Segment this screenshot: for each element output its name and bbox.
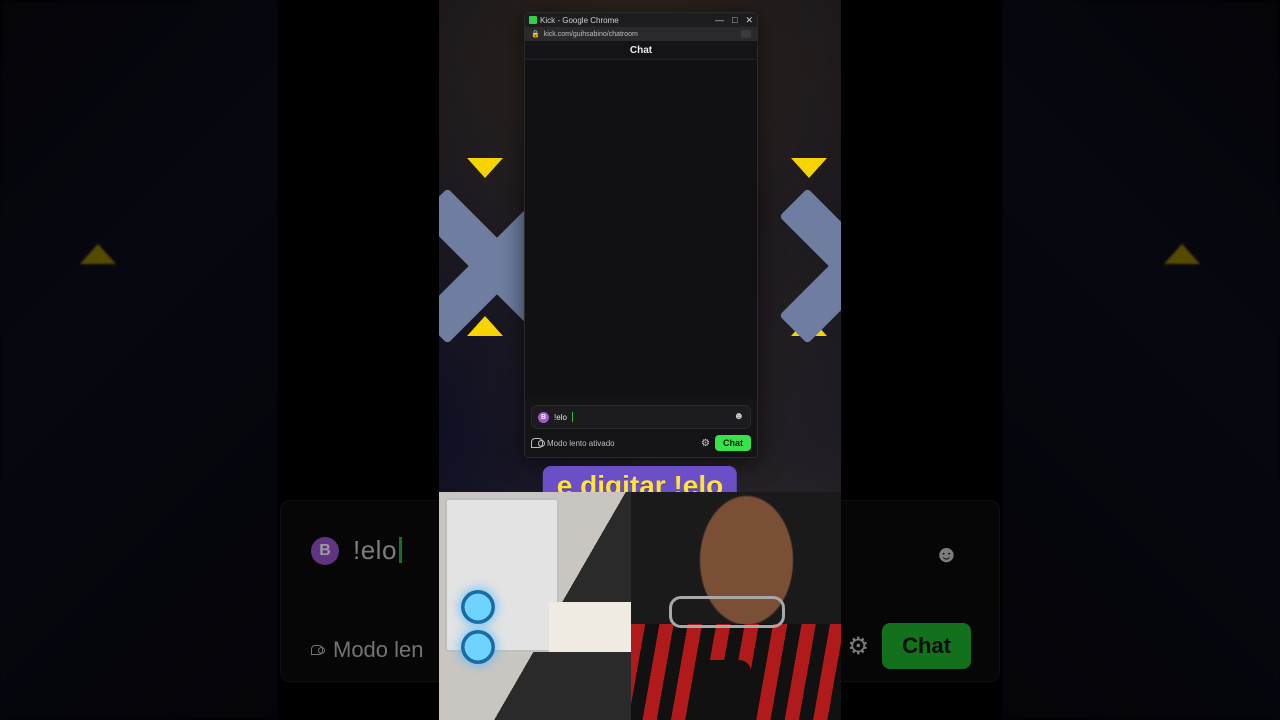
webcam-feed: [439, 492, 841, 720]
slow-mode-icon: [531, 438, 543, 448]
user-badge-icon: B: [538, 412, 549, 423]
chat-input-value: !elo: [554, 413, 567, 422]
emoji-icon: ☻: [934, 541, 959, 569]
chat-footer: Modo lento ativado ⚙ Chat: [525, 429, 757, 457]
blurred-background-left: [0, 0, 278, 720]
window-title: Kick - Google Chrome: [540, 16, 619, 25]
x-decoration-icon: [767, 186, 841, 346]
emoji-picker-button[interactable]: ☻: [733, 411, 744, 422]
slow-mode-icon: [311, 645, 323, 655]
kick-favicon-icon: [529, 16, 537, 24]
video-frame: B !elo ☻ Modo len ⚙ Chat Kick - Google C…: [0, 0, 1280, 720]
chrome-popup-window: Kick - Google Chrome — □ ✕ 🔒 kick.com/gu…: [524, 12, 758, 458]
slow-mode-label: Modo len: [333, 637, 424, 663]
chat-messages-area[interactable]: [525, 60, 757, 399]
triangle-up-icon: [80, 244, 116, 264]
triangle-down-icon: [791, 158, 827, 178]
chat-send-button[interactable]: Chat: [715, 435, 751, 451]
text-cursor: [399, 537, 402, 563]
text-cursor: [572, 412, 573, 422]
triangle-down-icon: [467, 158, 503, 178]
triangle-up-icon: [1164, 244, 1200, 264]
maximize-button[interactable]: □: [732, 15, 737, 26]
extension-icon[interactable]: [741, 30, 751, 38]
blurred-background-right: [1002, 0, 1280, 720]
gear-icon: ⚙: [847, 632, 869, 661]
chat-input[interactable]: B !elo ☻: [531, 405, 751, 429]
chat-send-button: Chat: [882, 623, 971, 669]
chat-header: Chat: [525, 41, 757, 60]
minimize-button[interactable]: —: [715, 15, 724, 26]
chat-input-value: !elo: [353, 535, 402, 566]
address-bar[interactable]: 🔒 kick.com/guihsabino/chatroom: [525, 27, 757, 41]
rgb-fan-icon: [461, 590, 495, 624]
microphone-icon: [697, 660, 751, 720]
chat-settings-button[interactable]: ⚙: [701, 438, 710, 449]
window-titlebar[interactable]: Kick - Google Chrome — □ ✕: [525, 13, 757, 27]
rgb-fan-icon: [461, 630, 495, 664]
slow-mode-label: Modo lento ativado: [547, 439, 615, 448]
pc-case: [445, 498, 559, 652]
close-button[interactable]: ✕: [745, 15, 753, 26]
lock-icon: 🔒: [531, 30, 540, 38]
url-text: kick.com/guihsabino/chatroom: [544, 31, 638, 38]
glasses-icon: [669, 596, 785, 628]
user-badge-icon: B: [311, 537, 339, 565]
